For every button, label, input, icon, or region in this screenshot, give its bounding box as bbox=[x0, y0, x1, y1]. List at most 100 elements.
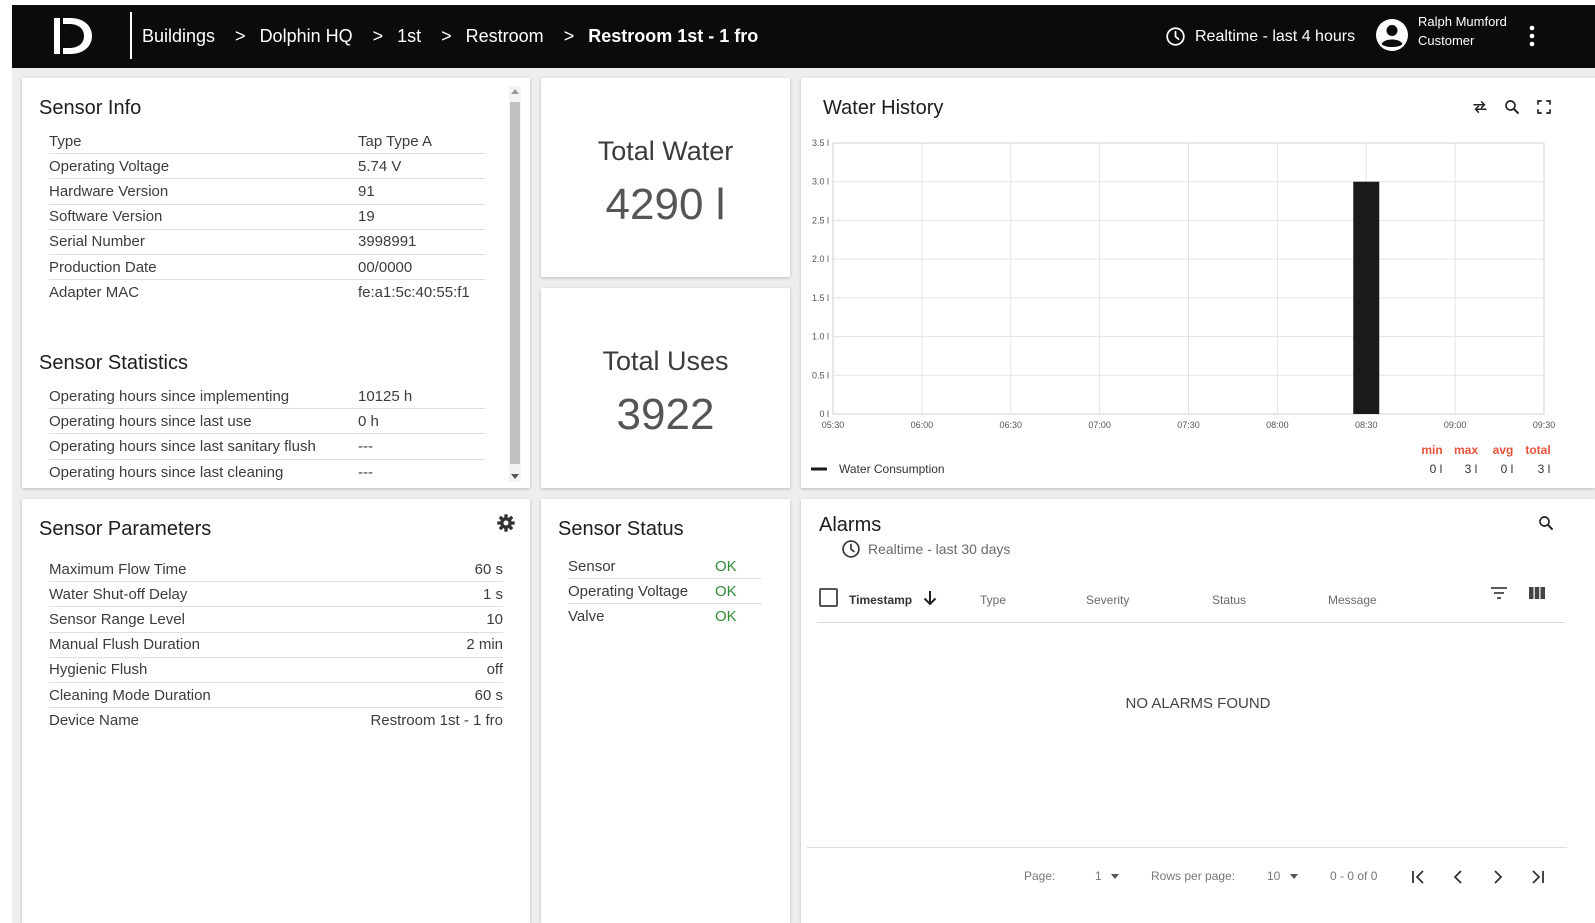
logo-divider bbox=[130, 12, 132, 59]
sensor-status-row: Valve OK bbox=[568, 604, 762, 629]
total-uses-card: Total Uses 3922 bbox=[541, 288, 790, 488]
columns-icon[interactable] bbox=[1528, 586, 1546, 600]
breadcrumb-floor[interactable]: 1st bbox=[397, 26, 431, 47]
column-header-timestamp[interactable]: Timestamp bbox=[849, 593, 912, 607]
sensor-statistics-row: Operating hours since last cleaning --- bbox=[49, 460, 485, 485]
row-key: Software Version bbox=[49, 208, 163, 226]
chart-bar[interactable] bbox=[1353, 181, 1380, 414]
legend-label: Water Consumption bbox=[839, 462, 945, 476]
scrollbar-thumb[interactable] bbox=[510, 102, 520, 464]
scroll-down-arrow-icon[interactable] bbox=[511, 474, 519, 479]
water-history-chart: 0 l 0.5 l 1.0 l 1.5 l 2.0 l 2.5 l 3.0 l 3.5 l 0… bbox=[811, 138, 1555, 476]
sensor-statistics-row: Operating hours since last sanitary flus… bbox=[49, 434, 485, 460]
row-key: Operating Voltage bbox=[49, 157, 170, 175]
breadcrumb-separator: > bbox=[441, 26, 452, 46]
page-select[interactable]: 1 bbox=[1095, 869, 1120, 883]
alarms-time-window[interactable]: Realtime - last 30 days bbox=[841, 539, 1010, 559]
sensor-info-row: Hardware Version 91 bbox=[49, 179, 485, 205]
chart-grid bbox=[832, 142, 1545, 415]
sensor-parameter-row: Water Shut-off Delay 1 s bbox=[49, 582, 503, 608]
filter-icon[interactable] bbox=[1490, 586, 1508, 600]
x-tick-label: 06:00 bbox=[911, 420, 934, 430]
chart-y-ticks: 0 l 0.5 l 1.0 l 1.5 l 2.0 l 2.5 l 3.0 l 3.5 l bbox=[812, 138, 829, 419]
stat-avg-value: 0 l bbox=[1501, 462, 1514, 476]
row-key: Maximum Flow Time bbox=[49, 560, 187, 578]
y-tick-label: 3.5 l bbox=[812, 138, 829, 148]
rows-per-page-value: 10 bbox=[1267, 869, 1281, 883]
x-tick-label: 07:30 bbox=[1177, 420, 1200, 430]
scroll-up-arrow-icon[interactable] bbox=[511, 89, 519, 94]
column-header-severity[interactable]: Severity bbox=[1086, 593, 1129, 607]
sensor-info-row: Adapter MAC fe:a1:5c:40:55:f1 bbox=[49, 280, 485, 305]
row-value: 00/0000 bbox=[358, 258, 413, 276]
column-header-status[interactable]: Status bbox=[1212, 593, 1246, 607]
row-key: Manual Flush Duration bbox=[49, 636, 200, 654]
breadcrumb-dolphin-hq[interactable]: Dolphin HQ bbox=[260, 26, 363, 47]
rows-per-page-select[interactable]: 10 bbox=[1267, 869, 1298, 883]
row-key: Cleaning Mode Duration bbox=[49, 686, 211, 704]
stat-min-value: 0 l bbox=[1430, 462, 1443, 476]
total-water-title: Total Water bbox=[597, 136, 734, 166]
column-header-type[interactable]: Type bbox=[980, 593, 1006, 607]
sensor-status-title: Sensor Status bbox=[558, 518, 684, 540]
time-window-button[interactable]: Realtime - last 4 hours bbox=[1165, 5, 1355, 68]
sensor-info-scrollbar[interactable] bbox=[509, 86, 521, 482]
breadcrumb-separator: > bbox=[235, 26, 246, 46]
status-badge: OK bbox=[715, 608, 737, 626]
column-header-message[interactable]: Message bbox=[1328, 593, 1377, 607]
first-page-icon[interactable] bbox=[1411, 870, 1425, 884]
y-tick-label: 0 l bbox=[819, 409, 829, 419]
row-key: Adapter MAC bbox=[49, 284, 140, 302]
last-page-icon[interactable] bbox=[1531, 870, 1545, 884]
stat-total-label: total bbox=[1525, 443, 1550, 457]
row-value: 0 h bbox=[358, 412, 379, 430]
sensor-info-row: Software Version 19 bbox=[49, 205, 485, 230]
d-logo-icon[interactable] bbox=[50, 13, 96, 59]
previous-page-icon[interactable] bbox=[1451, 870, 1465, 884]
gear-icon[interactable] bbox=[496, 513, 516, 533]
next-page-icon[interactable] bbox=[1491, 870, 1505, 884]
alarms-title: Alarms bbox=[819, 514, 882, 536]
sensor-statistics-table: Operating hours since implementing 10125 … bbox=[49, 384, 485, 485]
no-alarms-message: NO ALARMS FOUND bbox=[1125, 695, 1271, 712]
sensor-status-row: Sensor OK bbox=[568, 554, 762, 580]
select-all-checkbox[interactable] bbox=[819, 588, 838, 607]
x-tick-label: 06:30 bbox=[999, 420, 1022, 430]
breadcrumb-buildings[interactable]: Buildings bbox=[142, 26, 225, 47]
y-tick-label: 2.5 l bbox=[812, 215, 829, 225]
sensor-info-row: Production Date 00/0000 bbox=[49, 255, 485, 281]
search-icon[interactable] bbox=[1537, 514, 1555, 532]
status-badge: OK bbox=[715, 557, 737, 575]
sensor-info-row: Serial Number 3998991 bbox=[49, 230, 485, 255]
stat-total-value: 3 l bbox=[1538, 462, 1551, 476]
total-water-card: Total Water 4290 l bbox=[541, 78, 790, 277]
row-key: Operating hours since last use bbox=[49, 412, 252, 430]
breadcrumb-restroom[interactable]: Restroom bbox=[466, 26, 554, 47]
clock-icon bbox=[842, 540, 860, 558]
x-tick-label: 05:30 bbox=[822, 420, 845, 430]
clock-icon bbox=[1166, 27, 1185, 46]
row-key: Production Date bbox=[49, 258, 157, 276]
alarms-table-header: Timestamp Type Severity Status Message bbox=[817, 577, 1565, 623]
user-name: Ralph Mumford bbox=[1418, 14, 1507, 29]
sensor-status-table: Sensor OK Operating Voltage OK Valve OK bbox=[568, 554, 762, 630]
more-vert-icon[interactable] bbox=[1524, 23, 1540, 49]
chart-legend[interactable]: Water Consumption bbox=[811, 462, 945, 476]
row-key: Operating hours since last cleaning bbox=[49, 463, 284, 481]
top-bar: Buildings > Dolphin HQ > 1st > Restroom … bbox=[12, 5, 1595, 68]
sensor-info-card: Sensor Info Type Tap Type A Operating Vol… bbox=[22, 78, 530, 488]
row-value: 5.74 V bbox=[358, 157, 402, 175]
sensor-parameters-card: Sensor Parameters Maximum Flow Time 60 s … bbox=[22, 499, 530, 923]
sort-arrow-down-icon[interactable] bbox=[922, 589, 938, 607]
account-circle-icon[interactable] bbox=[1375, 18, 1409, 52]
chart-stats: min max avg total bbox=[1421, 443, 1550, 457]
y-tick-label: 1.5 l bbox=[812, 293, 829, 303]
sensor-parameter-row: Sensor Range Level 10 bbox=[49, 607, 503, 633]
row-value: 10 bbox=[486, 610, 503, 628]
breadcrumb: Buildings > Dolphin HQ > 1st > Restroom … bbox=[142, 5, 768, 68]
row-key: Hygienic Flush bbox=[49, 661, 148, 679]
x-tick-label: 08:00 bbox=[1266, 420, 1289, 430]
caret-down-icon bbox=[1289, 874, 1298, 880]
sensor-parameters-table: Maximum Flow Time 60 s Water Shut-off Del… bbox=[49, 557, 503, 733]
water-history-card: Water History 0 l 0.5 l 1.0 l 1.5 l 2.0 l 2.5… bbox=[801, 78, 1595, 488]
